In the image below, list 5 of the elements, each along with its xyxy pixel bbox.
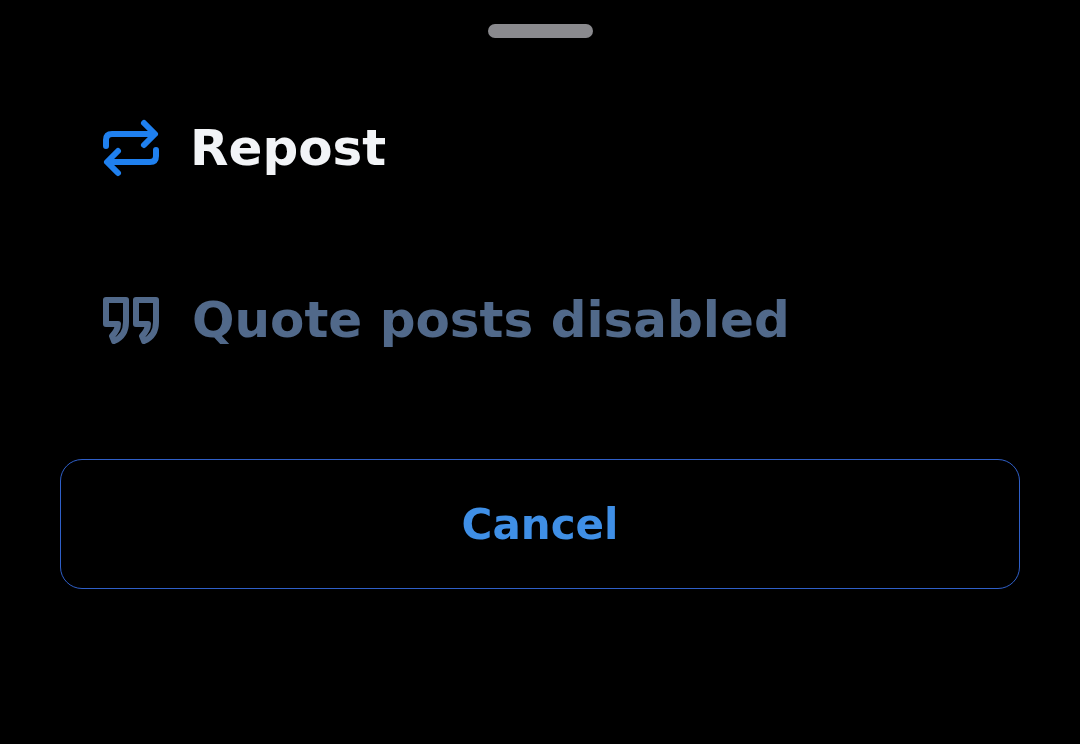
repost-icon [102, 118, 160, 178]
quote-icon [102, 296, 162, 344]
menu-item[interactable]: Repost [0, 62, 1080, 234]
drag-handle[interactable] [487, 24, 593, 38]
cancel-button[interactable]: Cancel [60, 459, 1020, 589]
